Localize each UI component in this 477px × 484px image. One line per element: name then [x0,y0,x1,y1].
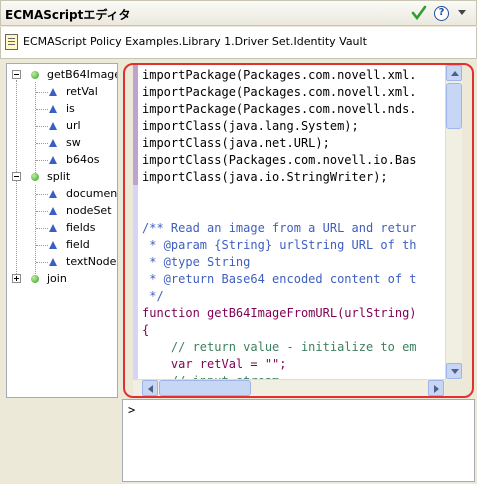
tree-node-label: textNode [66,255,117,268]
code-line[interactable]: importPackage(Packages.com.novell.nds. [142,101,417,118]
tree-node-variable[interactable]: textNode [7,254,117,270]
tree-node-variable[interactable]: retVal [7,84,117,100]
tree-connector [36,143,48,144]
tree-node-variable[interactable]: nodeSet [7,203,117,219]
code-line[interactable]: /** Read an image from a URL and retur [142,220,417,237]
blue-triangle-icon [49,241,57,249]
tree-node-label: field [66,238,90,251]
code-line[interactable]: * @type String [142,254,417,271]
tree-node-label: split [47,170,71,183]
breadcrumb: ECMAScript Policy Examples.Library 1.Dri… [0,27,477,59]
tree-node-label: retVal [66,85,98,98]
green-dot-icon [31,71,39,79]
code-editor[interactable]: importPackage(Packages.com.novell.xml. im… [133,65,462,380]
code-line[interactable] [142,203,417,220]
scroll-right-arrow-icon[interactable] [428,380,444,396]
collapse-icon[interactable] [12,70,21,79]
editor-horizontal-scrollbar[interactable] [133,379,445,396]
tree-node-function[interactable]: join [7,271,117,287]
tree-node-variable[interactable]: fields [7,220,117,236]
console-prompt: > [128,403,136,417]
scroll-down-arrow-icon[interactable] [446,363,462,379]
tree-connector [36,262,48,263]
code-line[interactable]: importClass(java.lang.System); [142,118,417,135]
blue-triangle-icon [49,122,57,130]
blue-triangle-icon [49,224,57,232]
code-line[interactable]: * @return Base64 encoded content of t [142,271,416,288]
scroll-left-arrow-icon[interactable] [142,380,158,396]
tree-node-label: fields [66,221,96,234]
code-line[interactable]: * @param {String} urlString URL of th [142,237,416,254]
tree-connector [36,228,48,229]
code-line[interactable] [142,186,417,203]
code-line[interactable]: var retVal = ""; [142,356,417,373]
tree-node-label: b64os [66,153,100,166]
tree-node-function[interactable]: getB64ImageF [7,67,117,83]
tree-connector [36,92,48,93]
blue-triangle-icon [49,88,57,96]
blue-triangle-icon [49,156,57,164]
tree-node-label: getB64ImageF [47,68,117,81]
tree-node-variable[interactable]: url [7,118,117,134]
code-line[interactable]: importClass(java.net.URL); [142,135,417,152]
tree-node-label: sw [66,136,81,149]
code-line[interactable]: */ [142,288,417,305]
tree-connector [36,194,48,195]
blue-triangle-icon [49,105,57,113]
ruler-change-marker [133,65,138,185]
tree-node-label: join [47,272,67,285]
tree-node-label: nodeSet [66,204,112,217]
tree-node-label: url [66,119,81,132]
help-icon[interactable]: ? [434,6,449,21]
tree-node-variable[interactable]: field [7,237,117,253]
tree-connector [36,126,48,127]
scroll-up-arrow-icon[interactable] [446,65,462,81]
tree-node-label: document [66,187,118,200]
blue-triangle-icon [49,190,57,198]
code-line[interactable]: { [142,322,417,339]
code-line[interactable]: importPackage(Packages.com.novell.xml. [142,67,417,84]
breadcrumb-path: ECMAScript Policy Examples.Library 1.Dri… [23,35,367,48]
blue-triangle-icon [49,258,57,266]
check-icon[interactable] [410,4,428,22]
ecmascript-document-icon [5,34,18,50]
collapse-icon[interactable] [12,172,21,181]
blue-triangle-icon [49,139,57,147]
tree-connector [36,211,48,212]
view-title: ECMAScriptエディタ [5,8,131,22]
green-dot-icon [31,275,39,283]
tree-connector [36,109,48,110]
view-menu-icon[interactable] [458,10,466,15]
code-text[interactable]: importPackage(Packages.com.novell.xml. im… [142,67,417,380]
view-title-bar: ECMAScriptエディタ ? [0,0,477,26]
code-line[interactable]: function getB64ImageFromURL(urlString) [142,305,417,322]
tree-node-function[interactable]: split [7,169,117,185]
outline-tree[interactable]: getB64ImageF retVal is url sw b64os spli… [6,63,118,398]
scroll-thumb[interactable] [159,380,251,396]
tree-node-label: is [66,102,75,115]
tree-node-variable[interactable]: sw [7,135,117,151]
code-line[interactable]: importClass(Packages.com.novell.io.Bas [142,152,417,169]
tree-connector [36,160,48,161]
editor-ruler [133,65,138,380]
tree-node-variable[interactable]: document [7,186,118,202]
blue-triangle-icon [49,207,57,215]
editor-vertical-scrollbar[interactable] [445,65,462,380]
code-line[interactable]: importClass(java.io.StringWriter); [142,169,417,186]
tree-node-variable[interactable]: is [7,101,117,117]
code-line[interactable]: // return value - initialize to em [142,339,417,356]
expand-icon[interactable] [12,274,21,283]
scroll-thumb[interactable] [446,83,462,129]
green-dot-icon [31,173,39,181]
tree-node-variable[interactable]: b64os [7,152,117,168]
code-line[interactable]: importPackage(Packages.com.novell.xml. [142,84,417,101]
tree-connector [36,245,48,246]
script-console[interactable]: > [122,399,475,482]
